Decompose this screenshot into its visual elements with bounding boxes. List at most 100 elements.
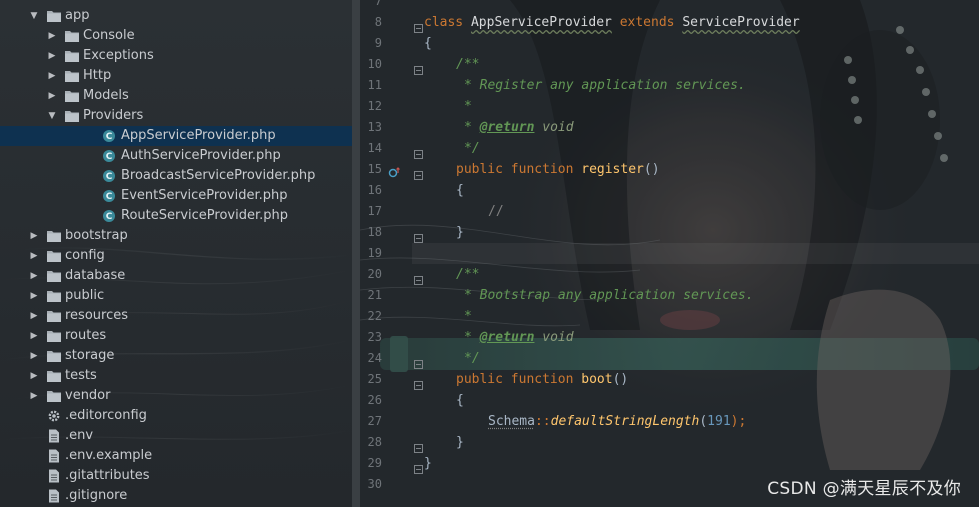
folder-icon <box>46 229 62 243</box>
tree-item-routes[interactable]: ▶ routes <box>0 326 352 346</box>
tree-item-vendor[interactable]: ▶ vendor <box>0 386 352 406</box>
tree-item-label: RouteServiceProvider.php <box>121 208 288 223</box>
folder-icon <box>46 309 62 323</box>
line-number-gutter[interactable]: 7 8 9 10 11 12 13 14 15 16 17 18 19 20 21 22 23 24 25 26 27 2… <box>360 0 423 507</box>
fold-marker-icon[interactable] <box>414 375 423 390</box>
tree-item-bootstrap[interactable]: ▶ bootstrap <box>0 226 352 246</box>
expand-arrow-right-icon[interactable]: ▶ <box>46 66 58 86</box>
code-line-21[interactable]: * Bootstrap any application services. <box>464 285 754 306</box>
tree-item-gitignore[interactable]: .gitignore <box>0 486 352 506</box>
code-line-11[interactable]: * Register any application services. <box>464 75 746 96</box>
tree-item-http[interactable]: ▶ Http <box>0 66 352 86</box>
fold-marker-icon[interactable] <box>414 270 423 285</box>
tree-item-label: public <box>65 288 105 303</box>
tree-item-label: Http <box>83 68 112 83</box>
code-line-28[interactable]: } <box>456 432 464 453</box>
expand-arrow-right-icon[interactable]: ▶ <box>46 26 58 46</box>
tree-item-resources[interactable]: ▶ resources <box>0 306 352 326</box>
fold-marker-icon[interactable] <box>414 438 423 453</box>
code-line-17[interactable]: // <box>488 201 504 222</box>
fold-marker-icon[interactable] <box>414 144 423 159</box>
tree-item-app[interactable]: ▼ app <box>0 6 352 26</box>
expand-arrow-right-icon[interactable]: ▶ <box>28 226 40 246</box>
code-line-14[interactable]: */ <box>464 138 480 159</box>
code-line-8[interactable]: class AppServiceProvider extends Service… <box>424 12 800 33</box>
tree-item-broadcastserviceprovider-php[interactable]: C BroadcastServiceProvider.php <box>0 166 352 186</box>
code-line-29[interactable]: } <box>424 453 432 474</box>
tree-item-console[interactable]: ▶ Console <box>0 26 352 46</box>
fold-marker-icon[interactable] <box>414 60 423 75</box>
code-line-20[interactable]: /** <box>456 264 479 285</box>
fold-marker-icon[interactable] <box>414 354 423 369</box>
tree-item-label: AuthServiceProvider.php <box>121 148 281 163</box>
line-number: 24 <box>367 351 382 365</box>
code-token: public <box>456 372 503 387</box>
expand-arrow-right-icon[interactable]: ▶ <box>28 366 40 386</box>
code-token: Schema <box>488 414 535 429</box>
code-line-13[interactable]: * @return void <box>464 117 574 138</box>
tree-item-appserviceprovider-php[interactable]: C AppServiceProvider.php <box>0 126 352 146</box>
code-line-10[interactable]: /** <box>456 54 479 75</box>
expand-arrow-right-icon[interactable]: ▶ <box>28 386 40 406</box>
tree-item-config[interactable]: ▶ config <box>0 246 352 266</box>
tree-item-models[interactable]: ▶ Models <box>0 86 352 106</box>
folder-icon <box>46 289 62 303</box>
svg-text:C: C <box>106 192 113 202</box>
expand-arrow-right-icon[interactable]: ▶ <box>28 306 40 326</box>
line-number: 28 <box>367 435 382 449</box>
code-line-15[interactable]: public function register() <box>456 159 660 180</box>
expand-arrow-down-icon[interactable]: ▼ <box>46 106 58 126</box>
expand-arrow-right-icon[interactable]: ▶ <box>46 46 58 66</box>
fold-marker-icon[interactable] <box>414 228 423 243</box>
line-number: 25 <box>367 372 382 386</box>
code-line-26[interactable]: { <box>456 390 464 411</box>
line-number: 18 <box>367 225 382 239</box>
code-editor[interactable]: 7 8 9 10 11 12 13 14 15 16 17 18 19 20 21 22 23 24 25 26 27 2… <box>360 0 979 507</box>
tree-item-routeserviceprovider-php[interactable]: C RouteServiceProvider.php <box>0 206 352 226</box>
code-line-22[interactable]: * <box>464 306 472 327</box>
expand-arrow-right-icon[interactable]: ▶ <box>28 326 40 346</box>
tree-item-tests[interactable]: ▶ tests <box>0 366 352 386</box>
code-token: */ <box>464 351 480 366</box>
expand-arrow-right-icon[interactable]: ▶ <box>28 266 40 286</box>
tree-item-exceptions[interactable]: ▶ Exceptions <box>0 46 352 66</box>
tree-item-authserviceprovider-php[interactable]: C AuthServiceProvider.php <box>0 146 352 166</box>
code-line-16[interactable]: { <box>456 180 464 201</box>
code-token: @return <box>479 120 535 135</box>
line-number: 16 <box>367 183 382 197</box>
tree-item-gitattributes[interactable]: .gitattributes <box>0 466 352 486</box>
expand-arrow-down-icon[interactable]: ▼ <box>28 6 40 26</box>
tree-item-database[interactable]: ▶ database <box>0 266 352 286</box>
svg-text:C: C <box>106 172 113 182</box>
code-line-25[interactable]: public function boot() <box>456 369 628 390</box>
fold-marker-icon[interactable] <box>414 165 423 180</box>
fold-marker-icon[interactable] <box>414 18 423 33</box>
expand-arrow-right-icon[interactable]: ▶ <box>46 86 58 106</box>
code-token: defaultStringLength <box>550 414 700 429</box>
tree-item-label: Providers <box>83 108 144 123</box>
code-token: */ <box>464 141 480 156</box>
tree-item-eventserviceprovider-php[interactable]: C EventServiceProvider.php <box>0 186 352 206</box>
tree-item-editorconfig[interactable]: .editorconfig <box>0 406 352 426</box>
code-token: * <box>464 99 472 114</box>
code-line-24[interactable]: */ <box>464 348 480 369</box>
tree-item-label: database <box>65 268 126 283</box>
expand-arrow-right-icon[interactable]: ▶ <box>28 346 40 366</box>
code-line-9[interactable]: { <box>424 33 432 54</box>
panel-splitter[interactable] <box>352 0 360 507</box>
fold-marker-icon[interactable] <box>414 459 423 474</box>
tree-item-env-example[interactable]: .env.example <box>0 446 352 466</box>
tree-item-providers[interactable]: ▼ Providers <box>0 106 352 126</box>
tree-item-public[interactable]: ▶ public <box>0 286 352 306</box>
code-line-18[interactable]: } <box>456 222 464 243</box>
code-token: { <box>456 393 464 408</box>
tree-item-env[interactable]: .env <box>0 426 352 446</box>
code-line-12[interactable]: * <box>464 96 472 117</box>
override-method-icon[interactable] <box>388 164 400 183</box>
text-file-icon <box>46 469 62 483</box>
expand-arrow-right-icon[interactable]: ▶ <box>28 246 40 266</box>
code-line-27[interactable]: Schema::defaultStringLength(191); <box>488 411 746 432</box>
expand-arrow-right-icon[interactable]: ▶ <box>28 286 40 306</box>
code-line-23[interactable]: * @return void <box>464 327 574 348</box>
tree-item-storage[interactable]: ▶ storage <box>0 346 352 366</box>
